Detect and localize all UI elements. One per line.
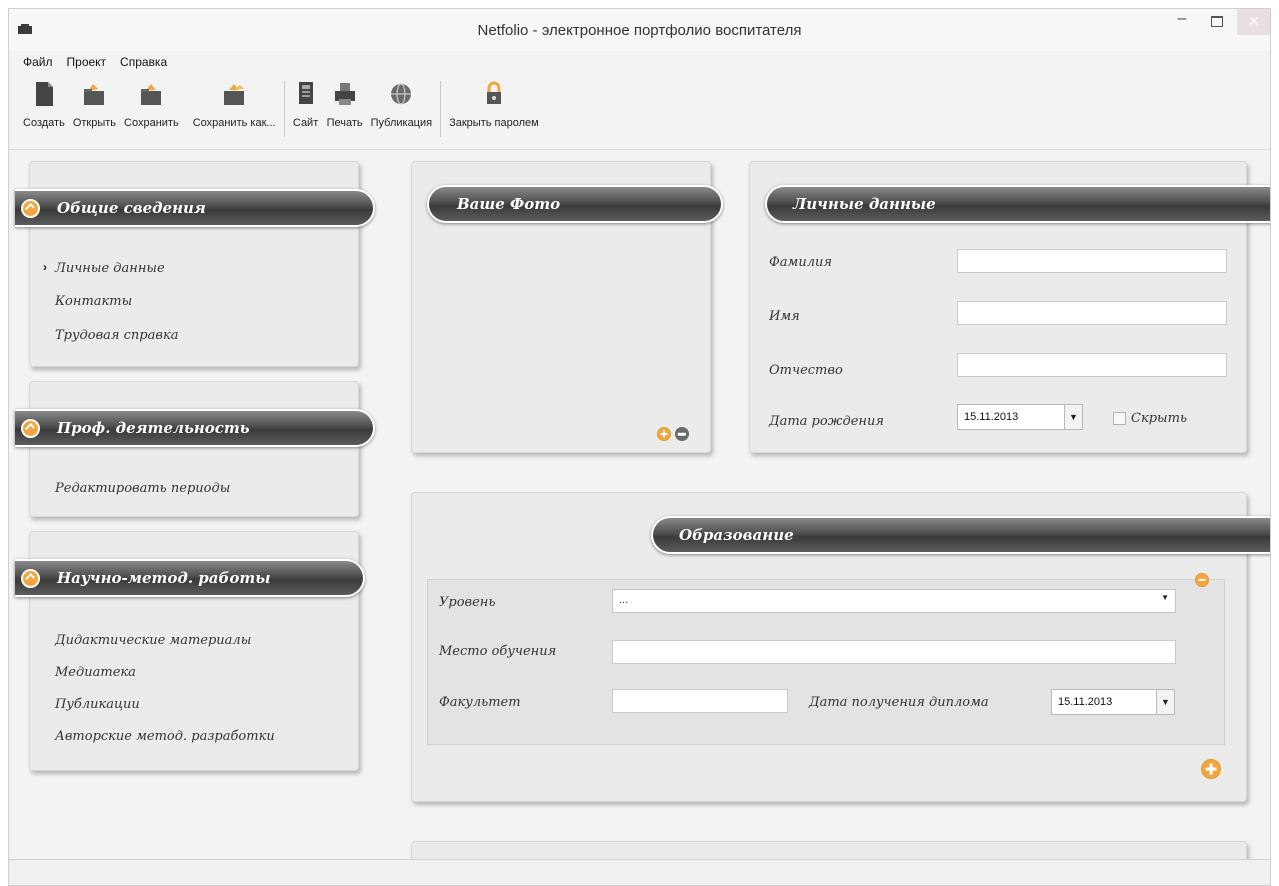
prof-activity-panel: [29, 381, 359, 517]
chevron-down-icon: ▼: [1161, 593, 1169, 602]
faculty-field[interactable]: [612, 689, 788, 713]
nav-publications[interactable]: Публикации: [55, 697, 140, 712]
publish-label: Публикация: [370, 117, 433, 129]
diploma-date-value: 15.11.2013: [1058, 696, 1113, 708]
save-as-icon: [224, 84, 245, 105]
app-window: Netfolio - электронное портфолио воспита…: [8, 8, 1271, 886]
general-info-title: Общие сведения: [57, 199, 206, 217]
collapse-icon[interactable]: [21, 569, 40, 588]
minimize-button[interactable]: –: [1169, 9, 1195, 35]
open-button[interactable]: Открыть: [69, 75, 120, 129]
add-photo-button[interactable]: [657, 427, 671, 441]
place-label: Место обучения: [439, 644, 557, 659]
new-document-icon: [35, 82, 53, 106]
general-info-header[interactable]: Общие сведения: [15, 189, 375, 227]
remove-photo-button[interactable]: [675, 427, 689, 441]
nav-didactic-materials[interactable]: Дидактические материалы: [55, 633, 251, 648]
maximize-button[interactable]: [1203, 9, 1229, 35]
patronymic-label: Отчество: [769, 363, 843, 378]
hide-checkbox[interactable]: [1113, 412, 1126, 425]
lock-label: Закрыть паролем: [449, 117, 539, 129]
nav-edit-periods[interactable]: Редактировать периоды: [55, 481, 230, 496]
toolbar: Создать Открыть Сохранить Сохранить как.…: [19, 75, 543, 139]
photo-title: Ваше Фото: [457, 195, 561, 213]
education-header: Образование: [651, 516, 1270, 554]
menu-project[interactable]: Проект: [67, 55, 107, 73]
place-field[interactable]: [612, 640, 1176, 664]
status-bar: [9, 859, 1270, 885]
birth-date-picker[interactable]: 15.11.2013 ▼: [957, 404, 1083, 430]
surname-label: Фамилия: [769, 255, 832, 270]
publish-button[interactable]: Публикация: [367, 75, 436, 129]
name-field[interactable]: [957, 301, 1227, 325]
add-education-button[interactable]: [1201, 759, 1221, 779]
hide-label: Скрыть: [1131, 411, 1188, 426]
save-icon: [141, 84, 162, 105]
diploma-date-label: Дата получения диплома: [809, 695, 989, 710]
collapse-icon[interactable]: [21, 419, 40, 438]
site-label: Сайт: [292, 117, 319, 129]
education-title: Образование: [679, 526, 794, 544]
create-button[interactable]: Создать: [19, 75, 69, 129]
nav-personal-data[interactable]: Личные данные: [55, 261, 165, 276]
dropdown-arrow-icon[interactable]: ▼: [1064, 405, 1082, 429]
surname-field[interactable]: [957, 249, 1227, 273]
title-bar: Netfolio - электронное портфолио воспита…: [9, 9, 1270, 51]
birth-date-label: Дата рождения: [769, 414, 884, 429]
lock-button[interactable]: Закрыть паролем: [445, 75, 543, 129]
open-label: Открыть: [72, 117, 117, 129]
toolbar-separator: [440, 81, 442, 137]
photo-header: Ваше Фото: [427, 185, 723, 223]
prof-activity-title: Проф. деятельность: [57, 419, 250, 437]
science-works-title: Научно-метод. работы: [57, 569, 271, 587]
level-value: ...: [619, 594, 629, 606]
save-label: Сохранить: [124, 117, 179, 129]
level-label: Уровень: [439, 595, 496, 610]
nav-media-library[interactable]: Медиатека: [55, 665, 136, 680]
personal-data-title: Личные данные: [793, 195, 936, 213]
personal-data-header: Личные данные: [765, 185, 1270, 223]
open-folder-icon: [84, 84, 105, 105]
save-as-button[interactable]: Сохранить как...: [183, 75, 280, 129]
lock-icon: [486, 81, 501, 104]
nav-author-methods[interactable]: Авторские метод. разработки: [55, 729, 275, 744]
level-select[interactable]: ... ▼: [612, 589, 1176, 613]
create-label: Создать: [23, 117, 65, 129]
menu-file[interactable]: Файл: [23, 55, 53, 73]
site-icon: [298, 82, 313, 104]
prof-activity-header[interactable]: Проф. деятельность: [15, 409, 375, 447]
diploma-date-picker[interactable]: 15.11.2013 ▼: [1051, 689, 1175, 715]
collapse-icon[interactable]: [21, 199, 40, 218]
patronymic-field[interactable]: [957, 353, 1227, 377]
window-title: Netfolio - электронное портфолио воспита…: [477, 22, 802, 39]
printer-icon: [334, 83, 355, 105]
toolbar-divider: [9, 149, 1270, 150]
name-label: Имя: [769, 309, 800, 324]
birth-date-value: 15.11.2013: [964, 411, 1019, 423]
nav-work-record[interactable]: Трудовая справка: [55, 328, 178, 343]
science-works-header[interactable]: Научно-метод. работы: [15, 559, 365, 597]
menu-bar: Файл Проект Справка: [23, 55, 167, 73]
faculty-label: Факультет: [439, 695, 521, 710]
save-button[interactable]: Сохранить: [120, 75, 183, 129]
close-button[interactable]: ✕: [1237, 9, 1270, 35]
menu-help[interactable]: Справка: [120, 55, 167, 73]
remove-education-button[interactable]: [1195, 573, 1209, 587]
site-button[interactable]: Сайт: [289, 75, 323, 129]
globe-icon: [391, 83, 412, 105]
print-label: Печать: [326, 117, 363, 129]
toolbar-separator: [283, 81, 285, 137]
print-button[interactable]: Печать: [323, 75, 367, 129]
save-as-label: Сохранить как...: [192, 117, 276, 129]
active-item-marker: ›: [43, 260, 47, 274]
dropdown-arrow-icon[interactable]: ▼: [1156, 690, 1174, 714]
nav-contacts[interactable]: Контакты: [55, 294, 132, 309]
